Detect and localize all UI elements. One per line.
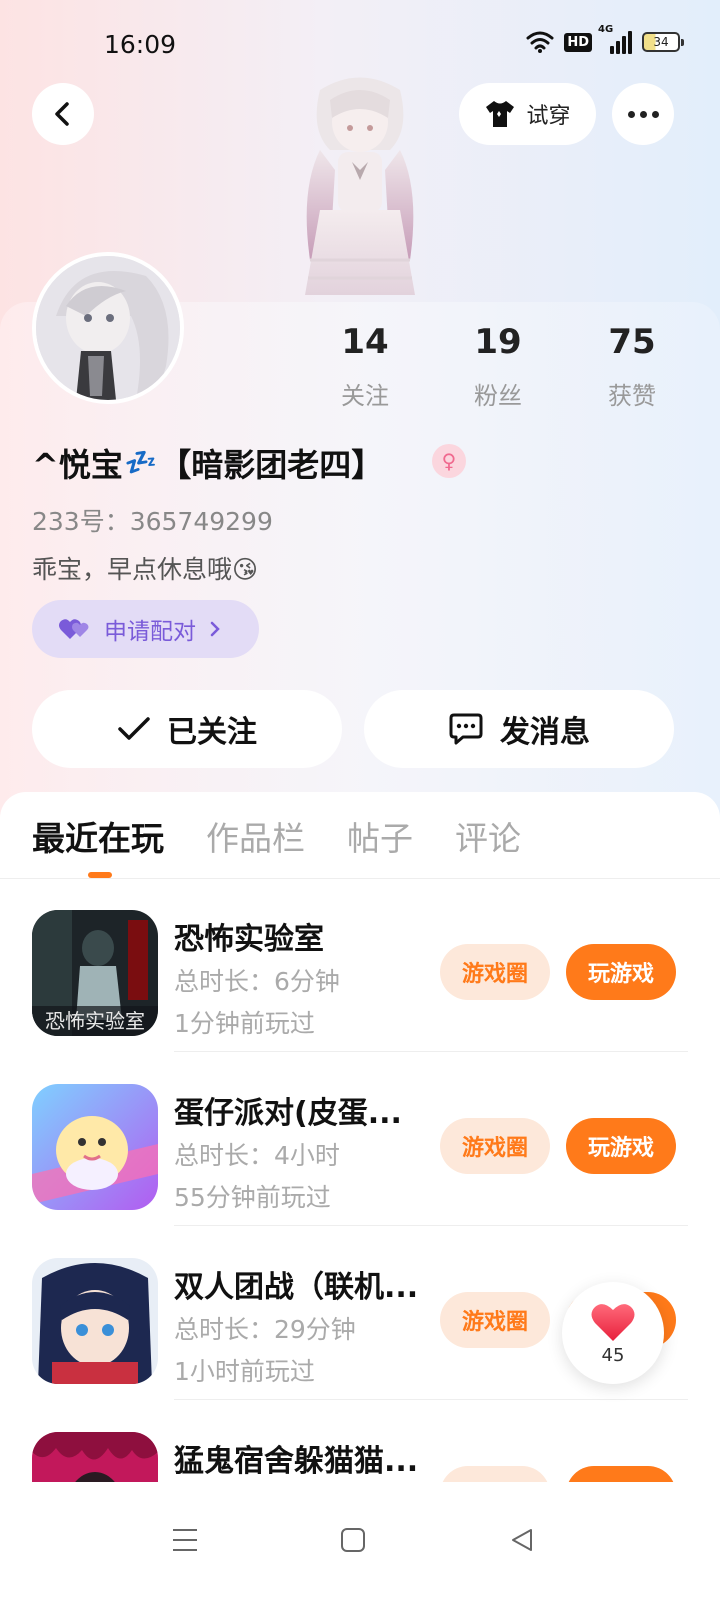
chat-bubble-icon	[449, 713, 483, 745]
character-avatar-figure	[305, 77, 415, 295]
status-icons: HD 4G 34	[526, 24, 684, 54]
avatar[interactable]	[32, 252, 184, 404]
more-dot-icon	[639, 110, 647, 118]
following-count: 14	[341, 322, 389, 362]
play-game-button[interactable]: 玩游戏	[566, 944, 676, 1000]
try-on-button[interactable]: 试穿	[459, 83, 596, 145]
tab-works[interactable]: 作品栏	[206, 812, 305, 860]
more-dot-icon	[651, 110, 659, 118]
following-label: 关注	[341, 382, 389, 410]
stat-followers[interactable]: 19 粉丝	[438, 322, 558, 411]
nickname-text: ^悦宝	[32, 446, 123, 484]
game-duration: 总时长：6分钟	[174, 967, 340, 996]
send-message-label: 发消息	[500, 715, 590, 750]
svg-text:恐怖实验室: 恐怖实验室	[45, 1009, 145, 1033]
menu-icon[interactable]	[165, 1520, 205, 1560]
chevron-left-icon	[55, 102, 69, 126]
shirt-icon	[486, 101, 515, 127]
profile-tabs: 最近在玩 作品栏 帖子 评论	[32, 812, 521, 860]
profile-nickname: ^悦宝 💤 【暗影团老四】	[32, 440, 383, 486]
game-list-item[interactable]: 恐怖实验室 恐怖实验室 总时长：6分钟 1分钟前玩过 游戏圈 玩游戏	[0, 878, 720, 1052]
avatar-image	[36, 256, 180, 400]
game-icon-horror-lab[interactable]: 恐怖实验室	[32, 910, 158, 1036]
stat-following[interactable]: 14 关注	[305, 322, 425, 411]
like-button[interactable]: 45	[562, 1282, 664, 1384]
followers-count: 19	[474, 322, 522, 362]
game-circle-button[interactable]: 游戏圈	[440, 1292, 550, 1348]
female-gender-icon: ♀	[432, 444, 466, 478]
try-on-label: 试穿	[526, 104, 571, 129]
game-name: 双人团战（联机...	[174, 1270, 419, 1305]
battery-icon: 34	[642, 32, 684, 52]
more-dot-icon	[627, 110, 635, 118]
hd-icon: HD	[564, 32, 592, 52]
tab-comments[interactable]: 评论	[455, 812, 521, 860]
home-icon[interactable]	[333, 1520, 373, 1560]
game-name: 猛鬼宿舍躲猫猫...	[174, 1444, 419, 1479]
game-duration: 总时长：4小时	[174, 1141, 340, 1170]
likes-count: 75	[608, 322, 656, 362]
user-id: 233号：365749299	[32, 507, 273, 536]
request-pair-button[interactable]: 申请配对	[32, 600, 259, 658]
nickname-suffix: 【暗影团老四】	[159, 446, 384, 484]
tab-posts[interactable]: 帖子	[347, 812, 413, 860]
send-message-button[interactable]: 发消息	[364, 690, 674, 768]
following-button-label: 已关注	[167, 715, 257, 750]
system-navigation-bar	[0, 1490, 720, 1600]
following-button[interactable]: 已关注	[32, 690, 342, 768]
stat-likes[interactable]: 75 获赞	[572, 322, 692, 411]
game-circle-button[interactable]: 游戏圈	[440, 944, 550, 1000]
likes-label: 获赞	[608, 382, 656, 410]
game-icon-duo-battle[interactable]	[32, 1258, 158, 1384]
game-circle-button[interactable]: 游戏圈	[440, 1118, 550, 1174]
sleep-emoji-icon: 💤	[124, 448, 158, 478]
battery-level: 34	[653, 35, 669, 49]
tab-recently-played[interactable]: 最近在玩	[32, 812, 164, 860]
status-time: 16:09	[104, 30, 177, 59]
game-name: 恐怖实验室	[174, 922, 324, 957]
game-duration: 总时长：29分钟	[174, 1315, 356, 1344]
wifi-icon	[526, 31, 554, 53]
heart-icon	[591, 1303, 635, 1341]
game-icon-eggy-party[interactable]	[32, 1084, 158, 1210]
check-icon	[118, 717, 150, 740]
request-pair-label: 申请配对	[104, 619, 196, 645]
chevron-right-icon	[210, 621, 220, 637]
back-triangle-icon[interactable]	[502, 1520, 542, 1560]
back-button[interactable]	[32, 83, 94, 145]
game-name: 蛋仔派对(皮蛋...	[174, 1096, 402, 1131]
profile-bio: 乖宝，早点休息哦😘	[32, 555, 259, 584]
signal-icon: 4G	[598, 24, 632, 54]
play-game-button[interactable]: 玩游戏	[566, 1118, 676, 1174]
game-list-item[interactable]: 蛋仔派对(皮蛋... 总时长：4小时 55分钟前玩过 游戏圈 玩游戏	[0, 1052, 720, 1226]
like-count: 45	[601, 1344, 625, 1366]
game-last-played: 1分钟前玩过	[174, 1009, 315, 1038]
game-last-played: 1小时前玩过	[174, 1357, 315, 1386]
followers-label: 粉丝	[474, 382, 522, 410]
game-last-played: 55分钟前玩过	[174, 1183, 331, 1212]
double-heart-icon	[59, 619, 89, 639]
network-type-label: 4G	[598, 24, 614, 35]
more-options-button[interactable]	[612, 83, 674, 145]
